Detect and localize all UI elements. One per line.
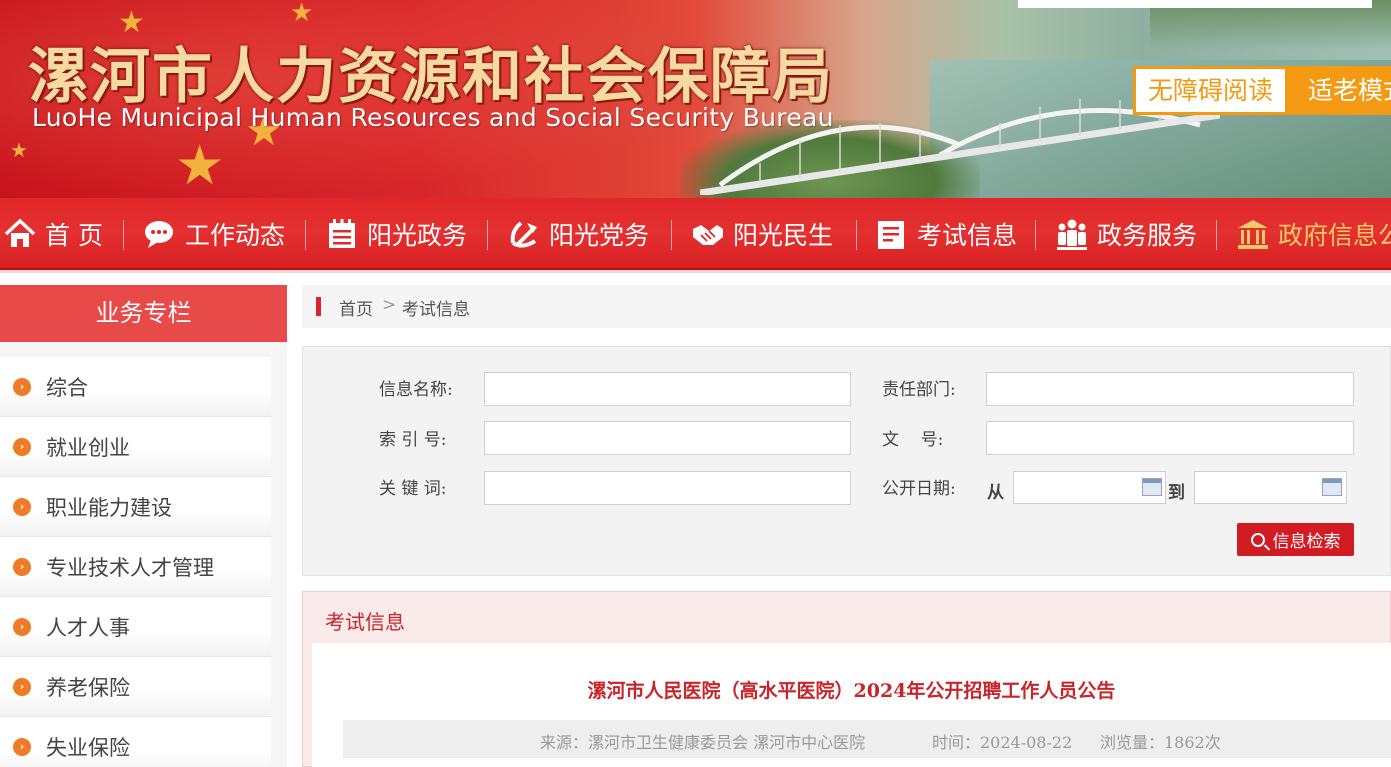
nav-separator [1035, 220, 1036, 250]
main-nav: 首 页 工作动态 阳光政务 阳光党务 阳光民生 考试信息 政务服务 政府信息 [0, 198, 1391, 270]
sidebar-item-label: 综合 [46, 375, 88, 400]
nav-separator [671, 220, 672, 250]
nav-item-label: 阳光政务 [367, 221, 468, 250]
nav-item-label: 阳光民生 [733, 221, 834, 250]
star-icon: ★ [10, 138, 28, 162]
government-building-icon [1238, 220, 1268, 249]
arrow-bullet-icon: › [13, 617, 31, 636]
arrow-bullet-icon: › [13, 437, 31, 456]
doc-number-label: 文 号: [882, 430, 944, 450]
header-banner: ★ ★ ★ ★ ★ 漯河市人力资源和社会保障局 LuoHe Municipal … [0, 0, 1391, 198]
arrow-bullet-icon: › [13, 497, 31, 516]
arrow-bullet-icon: › [13, 737, 31, 756]
accessibility-button[interactable]: 无障碍阅读 [1133, 66, 1288, 115]
site-title: 漯河市人力资源和社会保障局 [28, 42, 834, 112]
index-number-input[interactable] [484, 421, 851, 455]
star-icon: ★ [290, 0, 314, 28]
sidebar-item-general[interactable]: › 综合 [0, 357, 271, 417]
nav-item-info-disclosure[interactable]: 政府信息公开 [1236, 198, 1391, 268]
site-subtitle: LuoHe Municipal Human Resources and Soci… [32, 103, 834, 132]
sidebar-item-pension[interactable]: › 养老保险 [0, 657, 271, 717]
nav-separator [123, 220, 124, 250]
nav-separator [487, 220, 488, 250]
breadcrumb: 首页 > 考试信息 [302, 285, 1391, 328]
article-source: 来源：漯河市卫生健康委员会 漯河市中心医院 [540, 733, 866, 752]
sidebar-item-label: 就业创业 [46, 435, 130, 460]
elderly-mode-button[interactable]: 适老模式 [1288, 66, 1391, 115]
people-icon [1057, 219, 1087, 250]
nav-item-home[interactable]: 首 页 [3, 198, 103, 268]
sidebar-item-unemployment[interactable]: › 失业保险 [0, 717, 271, 767]
nav-item-news[interactable]: 工作动态 [143, 198, 286, 268]
sidebar-item-label: 失业保险 [46, 735, 130, 760]
sidebar-item-label: 人才人事 [46, 615, 130, 640]
party-emblem-icon [510, 221, 537, 248]
calendar-icon[interactable] [1142, 478, 1162, 496]
info-name-input[interactable] [484, 372, 851, 406]
arrow-bullet-icon: › [13, 677, 31, 696]
keyword-label: 关 键 词: [379, 479, 447, 499]
nav-separator [305, 220, 306, 250]
article-title: 漯河市人民医院（高水平医院）2024年公开招聘工作人员公告 [587, 680, 1116, 702]
calendar-icon[interactable] [1322, 478, 1342, 496]
breadcrumb-marker [316, 297, 321, 316]
exam-info-title: 考试信息 [325, 610, 405, 634]
publish-date-label: 公开日期: [882, 479, 956, 499]
nav-separator [856, 220, 857, 250]
arrow-bullet-icon: › [13, 557, 31, 576]
date-from-label: 从 [987, 483, 1004, 503]
breadcrumb-home-link[interactable]: 首页 [339, 295, 373, 320]
nav-item-label: 首 页 [45, 221, 103, 250]
star-icon: ★ [175, 133, 225, 197]
search-button-label: 信息检索 [1272, 532, 1341, 552]
nav-item-label: 政务服务 [1097, 221, 1198, 250]
info-name-label: 信息名称: [379, 380, 453, 400]
sidebar-item-personnel[interactable]: › 人才人事 [0, 597, 271, 657]
nav-bottom-strip [0, 270, 1391, 273]
document-icon [878, 221, 904, 249]
nav-item-exam-info[interactable]: 考试信息 [875, 198, 1018, 268]
sidebar-item-label: 专业技术人才管理 [46, 555, 214, 580]
nav-item-livelihood[interactable]: 阳光民生 [691, 198, 834, 268]
info-search-button[interactable]: 信息检索 [1237, 523, 1354, 556]
search-icon [1250, 532, 1265, 547]
home-icon [4, 218, 36, 247]
nav-item-party-affairs[interactable]: 阳光党务 [507, 198, 650, 268]
notepad-icon [329, 219, 355, 248]
index-number-label: 索 引 号: [379, 430, 447, 450]
doc-number-input[interactable] [986, 421, 1354, 455]
sidebar-title: 业务专栏 [0, 285, 287, 342]
date-to-label: 到 [1168, 483, 1185, 503]
sidebar-item-professional-talent[interactable]: › 专业技术人才管理 [0, 537, 271, 597]
keyword-input[interactable] [484, 471, 851, 505]
department-label: 责任部门: [882, 380, 956, 400]
nav-item-gov-services[interactable]: 政务服务 [1055, 198, 1198, 268]
breadcrumb-separator: > [382, 295, 397, 315]
sidebar-item-employment[interactable]: › 就业创业 [0, 417, 271, 477]
sidebar-item-vocational-skills[interactable]: › 职业能力建设 [0, 477, 271, 537]
nav-item-label: 工作动态 [185, 221, 286, 250]
sidebar-item-label: 养老保险 [46, 675, 130, 700]
nav-item-government-affairs[interactable]: 阳光政务 [325, 198, 468, 268]
nav-item-label: 阳光党务 [549, 221, 650, 250]
article-meta-bar [343, 720, 1391, 758]
chat-bubble-icon [145, 221, 173, 248]
top-search-box[interactable] [1018, 0, 1372, 8]
nav-separator [1216, 220, 1217, 250]
nav-item-label: 政府信息公开 [1278, 221, 1391, 250]
article-time: 时间：2024-08-22 [932, 733, 1073, 752]
breadcrumb-current[interactable]: 考试信息 [402, 295, 470, 320]
arrow-bullet-icon: › [13, 377, 31, 396]
sidebar-item-label: 职业能力建设 [46, 495, 172, 520]
handshake-icon [693, 225, 723, 245]
nav-item-label: 考试信息 [917, 221, 1018, 250]
department-input[interactable] [986, 372, 1354, 406]
article-views: 浏览量：1862次 [1100, 733, 1221, 752]
